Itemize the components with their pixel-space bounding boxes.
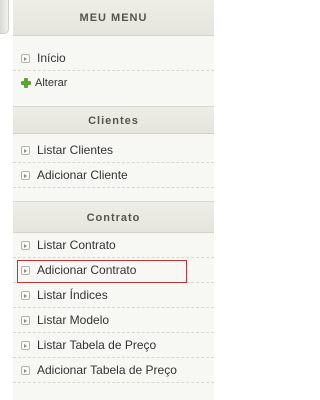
menu-item-alterar[interactable]: Alterar: [13, 71, 214, 96]
menu-item-label: Adicionar Contrato: [37, 263, 137, 277]
menu-item-adicionar-tabela-preco[interactable]: Adicionar Tabela de Preço: [13, 358, 214, 383]
arrow-box-icon: [21, 146, 30, 155]
menu-item-label: Listar Índices: [37, 288, 108, 302]
menu-item-label: Listar Contrato: [37, 238, 116, 252]
section-title-contrato: Contrato: [13, 201, 214, 233]
menu-item-label: Alterar: [35, 77, 68, 89]
section-title-clientes: Clientes: [13, 106, 214, 134]
arrow-box-icon: [21, 54, 30, 63]
menu-item-listar-clientes[interactable]: Listar Clientes: [13, 138, 214, 163]
menu-section-main: MEU MENU Início Alterar: [13, 0, 214, 96]
arrow-box-icon: [21, 291, 30, 300]
menu-item-listar-tabela-preco[interactable]: Listar Tabela de Preço: [13, 333, 214, 358]
menu-section-contrato: Contrato Listar Contrato Adicionar Contr…: [13, 201, 214, 383]
arrow-box-icon: [21, 316, 30, 325]
menu-item-adicionar-contrato[interactable]: Adicionar Contrato: [13, 258, 214, 283]
menu-item-label: Adicionar Tabela de Preço: [37, 363, 177, 377]
menu-title: MEU MENU: [13, 0, 214, 36]
arrow-box-icon: [21, 366, 30, 375]
menu-item-listar-contrato[interactable]: Listar Contrato: [13, 233, 214, 258]
side-menu: MEU MENU Início Alterar Clientes Listar …: [13, 0, 214, 400]
menu-item-label: Adicionar Cliente: [37, 168, 128, 182]
menu-tab-handle: [0, 0, 9, 34]
menu-item-listar-modelo[interactable]: Listar Modelo: [13, 308, 214, 333]
arrow-box-icon: [21, 171, 30, 180]
menu-item-adicionar-cliente[interactable]: Adicionar Cliente: [13, 163, 214, 188]
menu-item-listar-indices[interactable]: Listar Índices: [13, 283, 214, 308]
menu-item-inicio[interactable]: Início: [13, 46, 214, 71]
menu-item-label: Início: [37, 51, 66, 65]
menu-section-clientes: Clientes Listar Clientes Adicionar Clien…: [13, 106, 214, 188]
menu-item-label: Listar Tabela de Preço: [37, 338, 157, 352]
arrow-box-icon: [21, 341, 30, 350]
arrow-box-icon: [21, 241, 30, 250]
menu-item-label: Listar Modelo: [37, 313, 110, 327]
menu-item-label: Listar Clientes: [37, 143, 114, 157]
plus-icon: [21, 78, 31, 88]
arrow-box-icon: [21, 266, 30, 275]
